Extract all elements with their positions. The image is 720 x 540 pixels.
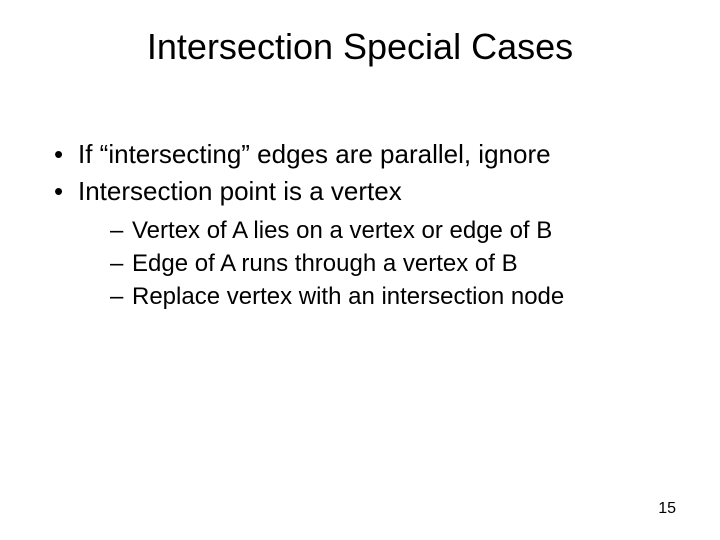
- sub-bullet-list: Vertex of A lies on a vertex or edge of …: [110, 215, 680, 313]
- sub-bullet-item: Vertex of A lies on a vertex or edge of …: [110, 215, 680, 246]
- bullet-item: Intersection point is a vertex Vertex of…: [50, 175, 680, 313]
- sub-bullet-text: Replace vertex with an intersection node: [132, 283, 564, 310]
- bullet-text: If “intersecting” edges are parallel, ig…: [78, 139, 551, 169]
- sub-bullet-text: Vertex of A lies on a vertex or edge of …: [132, 217, 552, 244]
- bullet-item: If “intersecting” edges are parallel, ig…: [50, 138, 680, 171]
- page-number: 15: [658, 500, 676, 518]
- bullet-list: If “intersecting” edges are parallel, ig…: [50, 138, 680, 313]
- bullet-text: Intersection point is a vertex: [78, 176, 402, 206]
- slide-title: Intersection Special Cases: [40, 26, 680, 68]
- sub-bullet-text: Edge of A runs through a vertex of B: [132, 250, 518, 277]
- slide: Intersection Special Cases If “intersect…: [0, 0, 720, 540]
- sub-bullet-item: Replace vertex with an intersection node: [110, 281, 680, 312]
- sub-bullet-item: Edge of A runs through a vertex of B: [110, 248, 680, 279]
